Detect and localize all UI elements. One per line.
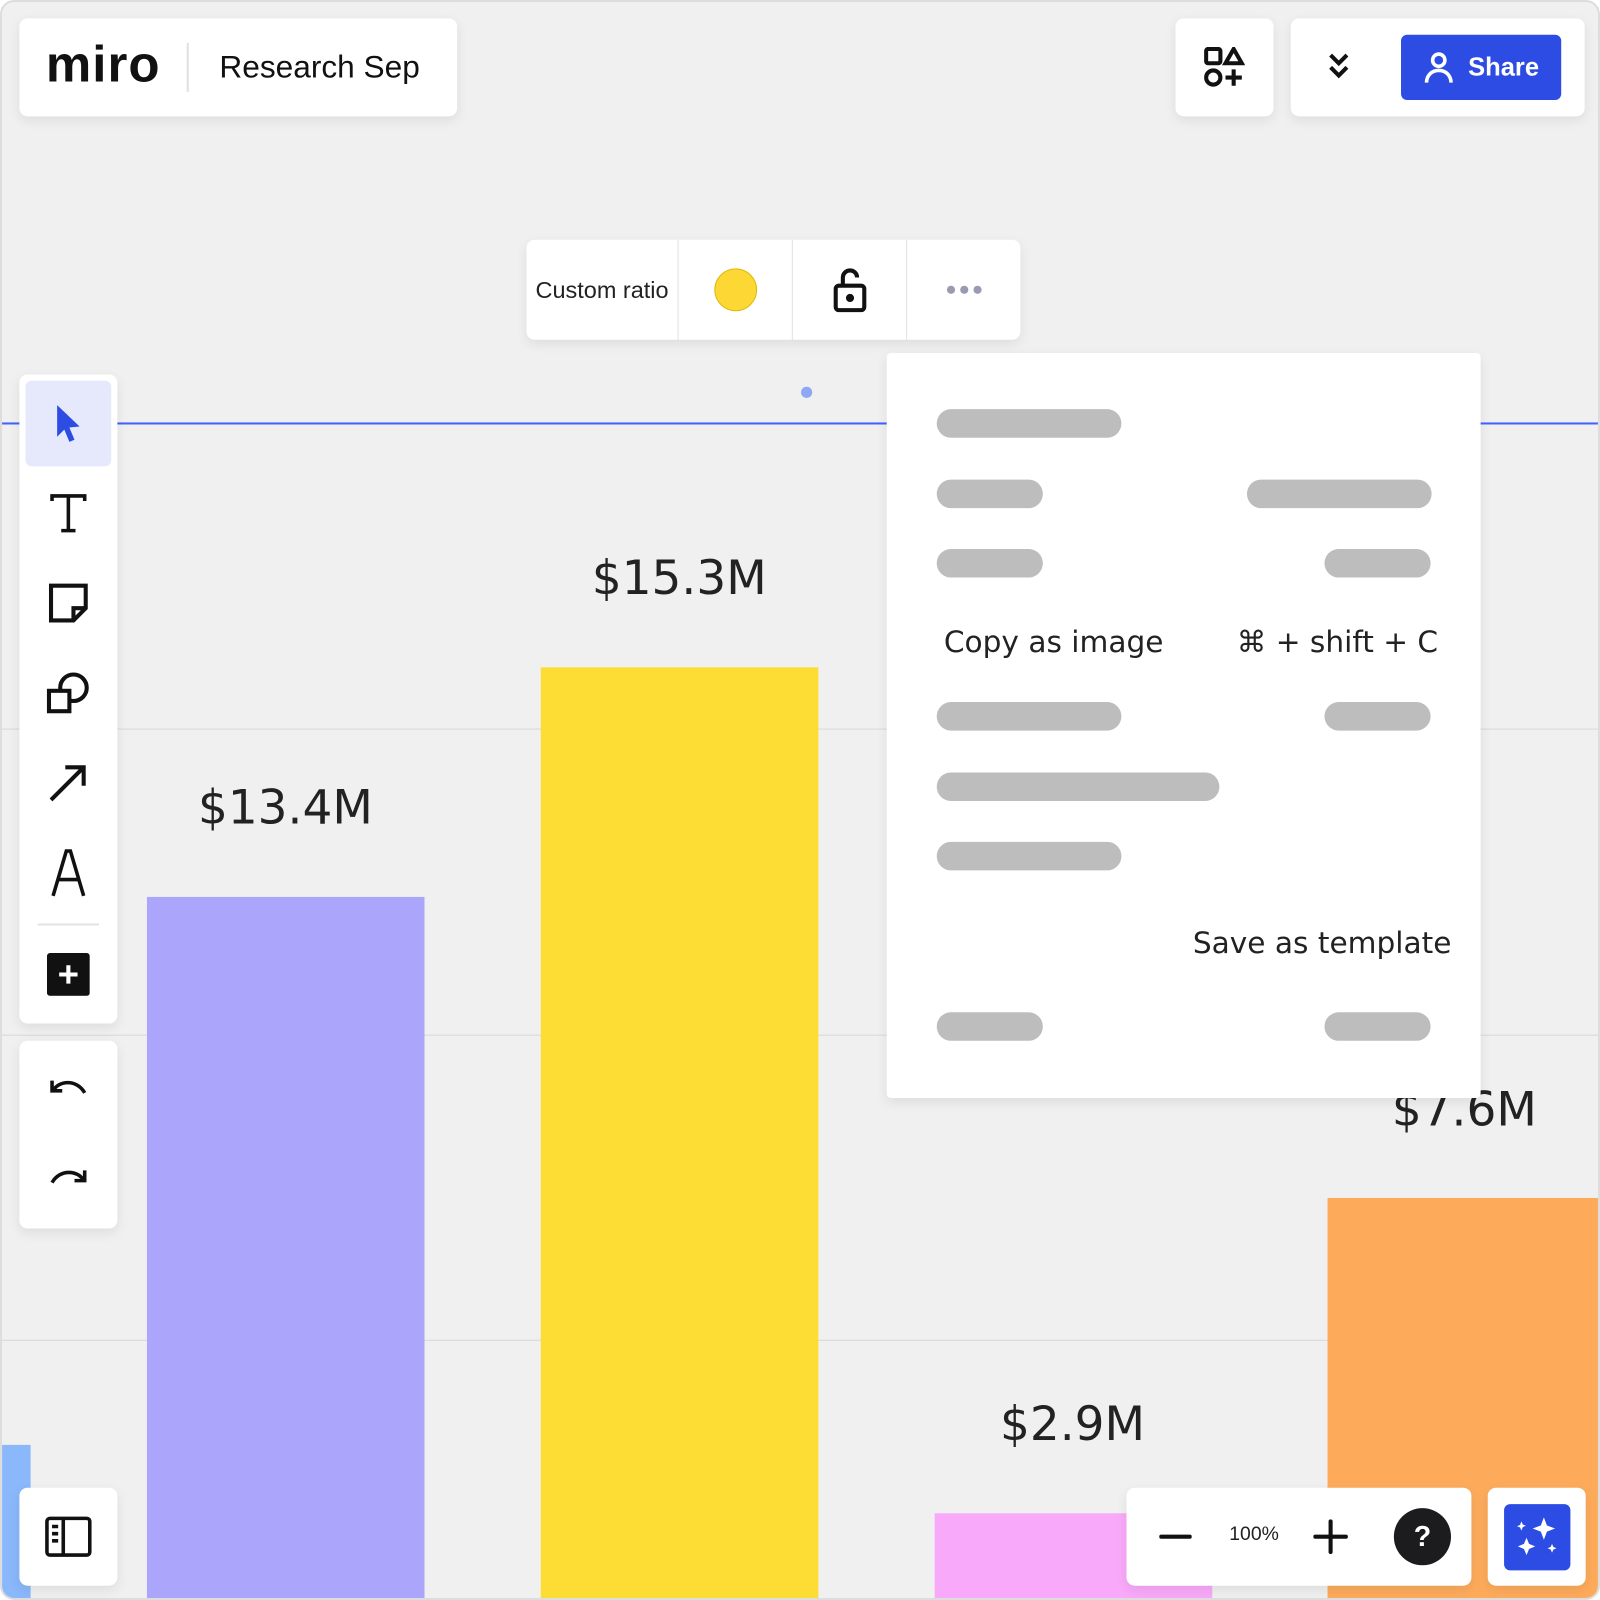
- cursor-icon: [57, 405, 80, 442]
- ai-assistant-button[interactable]: [1487, 1487, 1586, 1586]
- arrow-icon: [49, 765, 86, 802]
- pen-icon: [51, 849, 86, 897]
- help-button[interactable]: ?: [1393, 1508, 1452, 1566]
- connector-tool[interactable]: [26, 740, 112, 826]
- color-swatch-icon: [713, 268, 757, 312]
- menu-item-placeholder[interactable]: [936, 1012, 1043, 1041]
- sticky-note-icon: [48, 583, 88, 623]
- aspect-ratio-button[interactable]: Custom ratio: [527, 240, 678, 340]
- menu-item-placeholder[interactable]: [936, 479, 1043, 509]
- divider: [37, 923, 99, 926]
- miro-logo[interactable]: miro: [46, 35, 161, 94]
- shortcut-label: ⌘ + shift + C: [1236, 624, 1439, 660]
- share-label: Share: [1468, 52, 1540, 82]
- question-icon: ?: [1413, 1520, 1432, 1553]
- menu-item-placeholder[interactable]: [936, 772, 1220, 802]
- bar-value-label[interactable]: $15.3M: [592, 550, 767, 605]
- redo-button[interactable]: [26, 1137, 112, 1223]
- board-title[interactable]: Research Sep: [219, 49, 419, 86]
- color-button[interactable]: [679, 240, 792, 340]
- more-tools-button[interactable]: [26, 932, 112, 1018]
- unlock-icon: [833, 268, 866, 313]
- shortcut-placeholder: [1324, 548, 1431, 578]
- left-toolbar: [19, 374, 118, 1024]
- collapse-button[interactable]: [1321, 49, 1356, 89]
- chevron-double-down-icon: [1329, 53, 1349, 79]
- frames-panel-button[interactable]: [19, 1487, 118, 1586]
- apps-button[interactable]: [1175, 18, 1274, 117]
- zoom-level[interactable]: 100%: [1220, 1523, 1287, 1545]
- user-icon: [1424, 52, 1453, 83]
- sidebar-panel-icon: [45, 1516, 92, 1557]
- menu-item-copy-as-image[interactable]: Copy as image: [944, 624, 1164, 659]
- sticky-note-tool[interactable]: [26, 560, 112, 646]
- top-right-panel: Share: [1290, 18, 1585, 117]
- minus-icon: [1159, 1534, 1192, 1539]
- zoom-controls: 100% ?: [1126, 1487, 1472, 1586]
- more-button[interactable]: [907, 240, 1020, 340]
- more-dots-icon: [946, 285, 982, 294]
- undo-icon: [50, 1080, 87, 1094]
- selection-handle[interactable]: [801, 386, 813, 398]
- redo-icon: [50, 1170, 87, 1184]
- shapes-apps-icon: [1204, 46, 1245, 87]
- menu-item-save-as-template[interactable]: Save as template: [1193, 926, 1452, 961]
- board-header: miro Research Sep: [19, 18, 458, 117]
- undo-button[interactable]: [26, 1047, 112, 1133]
- shapes-icon: [46, 672, 89, 714]
- chart-bar[interactable]: [540, 667, 819, 1598]
- divider: [186, 42, 189, 92]
- history-toolbar: [19, 1040, 118, 1229]
- chart-bar[interactable]: [146, 896, 425, 1598]
- text-icon: [50, 494, 87, 533]
- shortcut-placeholder: [1324, 702, 1431, 731]
- shortcut-placeholder: [1246, 479, 1432, 509]
- context-menu: Copy as image ⌘ + shift + C Save as temp…: [886, 353, 1481, 1098]
- select-tool[interactable]: [25, 380, 112, 467]
- zoom-out-button[interactable]: [1155, 1516, 1196, 1557]
- menu-item-placeholder[interactable]: [936, 702, 1122, 731]
- zoom-in-button[interactable]: [1310, 1516, 1351, 1557]
- shortcut-placeholder: [1324, 1012, 1431, 1041]
- shapes-tool[interactable]: [26, 650, 112, 736]
- lock-button[interactable]: [793, 240, 906, 340]
- text-tool[interactable]: [26, 470, 112, 556]
- plus-square-icon: [46, 953, 90, 996]
- menu-item-placeholder[interactable]: [936, 841, 1122, 871]
- bar-value-label[interactable]: $13.4M: [198, 780, 373, 835]
- menu-item-placeholder[interactable]: [936, 548, 1043, 578]
- share-button[interactable]: Share: [1401, 34, 1562, 100]
- board-canvas[interactable]: $13.4M $15.3M $2.9M $7.6M miro Research …: [0, 0, 1600, 1600]
- bar-value-label[interactable]: $2.9M: [1000, 1396, 1145, 1451]
- sparkles-icon: [1503, 1503, 1570, 1570]
- menu-item-placeholder[interactable]: [936, 409, 1122, 438]
- pen-tool[interactable]: [26, 830, 112, 916]
- plus-icon: [1313, 1519, 1348, 1555]
- context-toolbar: Custom ratio: [526, 239, 1021, 340]
